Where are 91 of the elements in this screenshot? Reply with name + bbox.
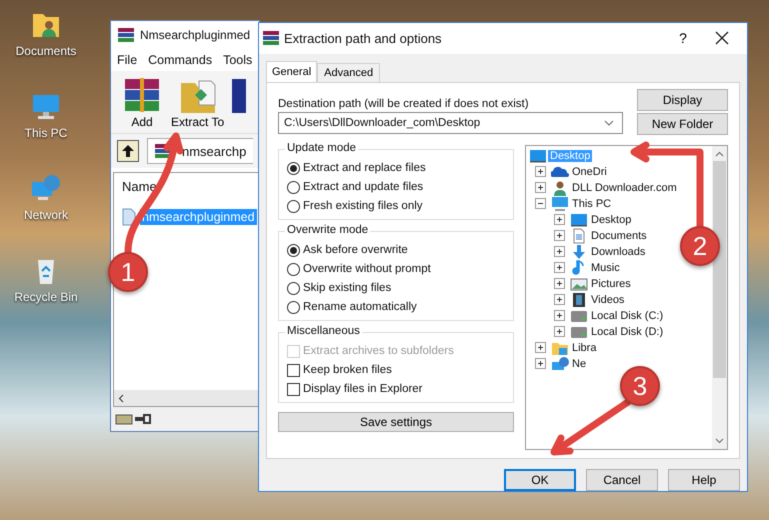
tree-item[interactable]: Videos (589, 294, 626, 306)
radio-button[interactable] (287, 262, 300, 276)
expander-box[interactable] (554, 326, 565, 338)
tree-item[interactable]: This PC (570, 198, 614, 210)
expander-box[interactable] (554, 294, 565, 306)
radio-button[interactable] (287, 300, 300, 314)
chevron-up-icon[interactable] (715, 150, 724, 157)
option-label: Extract archives to subfolders (303, 345, 454, 358)
option-label: Display files in Explorer (303, 383, 423, 396)
books-icon (262, 29, 280, 48)
option-label: Fresh existing files only (303, 200, 423, 212)
expander-box[interactable] (535, 166, 546, 178)
tree-item[interactable]: OneDri (570, 166, 609, 178)
help-button[interactable]: ? (663, 30, 703, 46)
expander-box[interactable] (554, 310, 565, 322)
tree-item[interactable]: Music (589, 262, 622, 274)
radio-button[interactable] (287, 162, 300, 175)
network-icon (551, 356, 569, 372)
option-label: Overwrite without prompt (303, 263, 431, 276)
dialog-button[interactable]: Help (668, 469, 740, 491)
up-arrow-icon (121, 144, 135, 158)
toolbar-button[interactable]: Add (119, 75, 165, 129)
dialog-button[interactable]: Cancel (586, 469, 658, 491)
tree-item[interactable]: DLL Downloader.com (570, 182, 679, 194)
expander-box[interactable] (535, 198, 546, 210)
dialog-button[interactable]: Display (637, 88, 728, 111)
option-label: Keep broken files (303, 364, 392, 376)
save-settings-button[interactable]: Save settings (278, 412, 514, 432)
option-label: Ask before overwrite (303, 244, 408, 256)
dialog-title: Extraction path and options (284, 30, 443, 46)
expander-box[interactable] (554, 262, 565, 274)
window-title: Nmsearchpluginmed (140, 28, 250, 42)
desktop-icon (570, 212, 588, 228)
group-title: Miscellaneous (285, 324, 362, 337)
column-header[interactable]: Name (114, 173, 258, 200)
expander-box[interactable] (535, 182, 546, 194)
destination-label: Destination path (will be created if does not exist) (278, 98, 530, 110)
pictures-icon (570, 276, 588, 292)
tree-item[interactable]: Local Disk (C:) (589, 310, 666, 322)
tree-item[interactable]: Documents (589, 230, 649, 242)
expander-box[interactable] (554, 278, 565, 290)
option-label: Skip existing files (303, 282, 392, 294)
tree-item[interactable]: Libra (570, 342, 598, 354)
checkbox[interactable] (287, 364, 300, 377)
radio-button[interactable] (287, 282, 300, 295)
videos-icon (570, 292, 588, 308)
option-label: Extract and replace files (303, 162, 426, 174)
chevron-down-icon[interactable] (715, 438, 724, 444)
chevron-down-icon[interactable] (604, 120, 614, 126)
file-icon (122, 208, 136, 226)
tab[interactable]: General (266, 60, 318, 82)
expander-box[interactable] (554, 246, 565, 258)
checkbox[interactable] (287, 382, 300, 396)
dialog-button[interactable]: OK (504, 469, 576, 491)
vertical-scrollbar[interactable] (712, 146, 727, 449)
dialog-button[interactable]: New Folder (637, 112, 728, 135)
tree-item[interactable]: Downloads (589, 246, 648, 258)
tree-item[interactable]: Ne (570, 358, 588, 370)
expander-box[interactable] (535, 342, 546, 354)
user-icon (551, 180, 569, 196)
books-icon (117, 26, 135, 44)
group-title: Update mode (285, 142, 358, 154)
group-title: Overwrite mode (285, 224, 370, 236)
close-icon[interactable] (715, 31, 729, 46)
tree-item[interactable]: Local Disk (D:) (589, 326, 666, 338)
menu-item[interactable]: Tools (223, 53, 252, 67)
menu-item[interactable]: File (117, 53, 138, 67)
pc-icon (551, 196, 569, 212)
desktop-icon-label[interactable]: This PC (24, 126, 68, 140)
desktop-icon-label[interactable]: Documents (16, 44, 76, 58)
radio-button[interactable] (287, 244, 300, 257)
downloads-icon (570, 244, 588, 260)
expander-box[interactable] (535, 358, 546, 370)
radio-button[interactable] (287, 180, 300, 194)
option-label: Rename automatically (303, 301, 417, 314)
expander-box[interactable] (554, 230, 565, 242)
books-icon (154, 142, 172, 160)
up-folder-button[interactable] (117, 140, 139, 162)
drive-key-icon (115, 412, 151, 426)
tab[interactable]: Advanced (317, 62, 380, 82)
expander-box[interactable] (554, 214, 565, 226)
radio-button[interactable] (287, 200, 300, 213)
desktop-icon (529, 148, 547, 164)
option-label: Extract and update files (303, 181, 424, 194)
chevron-left-icon[interactable] (118, 394, 124, 402)
menu-item[interactable]: Commands (148, 53, 212, 67)
horizontal-scrollbar[interactable] (114, 390, 258, 406)
tree-item[interactable]: Desktop (589, 214, 634, 226)
tree-item[interactable]: Pictures (589, 278, 633, 290)
destination-path-field[interactable]: C:\Users\DllDownloader_com\Desktop (278, 112, 623, 134)
toolbar-button[interactable]: Extract To (171, 75, 224, 129)
